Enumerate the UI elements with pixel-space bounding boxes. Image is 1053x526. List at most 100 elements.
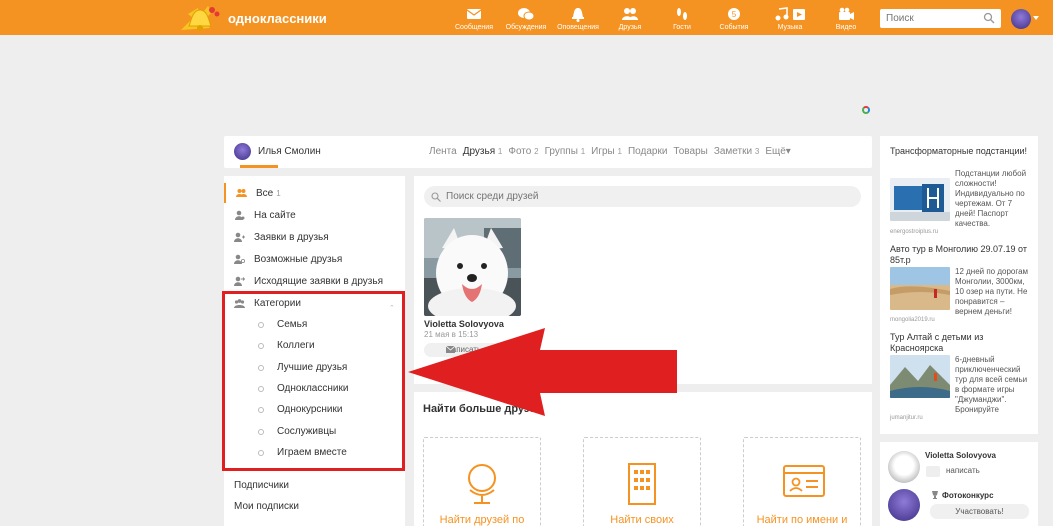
contest-avatar[interactable] <box>888 489 920 521</box>
tab-groups[interactable]: Группы 1 <box>545 146 586 157</box>
envelope-icon <box>926 466 940 477</box>
find-coworkers-box[interactable]: Найти своих <box>583 437 701 526</box>
ad-title[interactable]: Тур Алтай с детьми из Красноярска <box>890 332 1030 354</box>
nav-label: Музыка <box>777 24 803 31</box>
ads-column: Трансформаторные подстанции! Подстанции … <box>880 136 1038 434</box>
sidebar-item-label: Исходящие заявки в друзья <box>254 276 384 287</box>
music-icon <box>775 7 805 21</box>
ad-source[interactable]: jumanjitur.ru <box>890 415 923 421</box>
sidebar-item-all[interactable]: Все 1 <box>224 183 405 203</box>
envelope-icon <box>466 9 482 19</box>
nav-friends[interactable]: Друзья <box>604 4 656 31</box>
tab-count: 3 <box>754 147 760 156</box>
participate-button[interactable]: Участвовать! <box>930 504 1029 519</box>
svg-text:5: 5 <box>732 10 737 19</box>
nav-events[interactable]: 5 События <box>708 4 760 31</box>
search-icon <box>431 192 441 202</box>
nav-label: Друзья <box>618 24 642 31</box>
video-icon <box>839 7 854 20</box>
friend-search-input[interactable] <box>424 186 861 207</box>
ad-source[interactable]: energostroiplus.ru <box>890 229 938 235</box>
tab-more[interactable]: Ещё▾ <box>765 146 791 157</box>
nav-music[interactable]: Музыка <box>760 4 820 31</box>
write-label: написать <box>946 466 980 475</box>
trophy-icon <box>932 491 938 499</box>
find-by-school-box[interactable]: Найти друзей по <box>423 437 541 526</box>
tab-friends[interactable]: Друзья 1 <box>463 146 503 157</box>
sidebar-item-label: На сайте <box>254 210 296 221</box>
nav-label: События <box>719 24 749 31</box>
my-subscriptions-link[interactable]: Мои подписки <box>234 501 299 512</box>
sidebar-item-online[interactable]: На сайте <box>224 205 405 225</box>
user-add-icon <box>234 232 245 242</box>
user-online-icon <box>235 210 245 220</box>
write-button[interactable]: написать <box>926 465 986 478</box>
tab-products[interactable]: Товары <box>673 146 707 157</box>
active-tab-indicator <box>240 165 278 168</box>
sidebar-item-count: 1 <box>276 189 281 198</box>
ad-image-mongolia[interactable] <box>890 267 950 310</box>
nav-label: Обсуждения <box>505 24 547 31</box>
tab-count: 1 <box>617 147 622 156</box>
subscribers-link[interactable]: Подписчики <box>234 480 289 491</box>
sidebar-item-label: Заявки в друзья <box>254 232 329 243</box>
nav-notifications[interactable]: Оповещения <box>552 4 604 31</box>
find-box-label: Найти друзей по <box>439 514 525 526</box>
tab-label: Фото <box>508 146 532 157</box>
find-by-name-box[interactable]: Найти по имени и <box>743 437 861 526</box>
ad-image-altai[interactable] <box>890 355 950 398</box>
ad-title[interactable]: Трансформаторные подстанции! <box>890 146 1030 157</box>
tab-games[interactable]: Игры 1 <box>591 146 622 157</box>
nav-label: Оповещения <box>557 24 599 31</box>
bell-logo-icon[interactable] <box>178 2 226 34</box>
id-card-icon <box>783 465 825 497</box>
tab-feed[interactable]: Лента <box>429 146 457 157</box>
nav-video[interactable]: Видео <box>820 4 872 31</box>
top-bar: одноклассники Сообщения Обсуждения Опове… <box>0 0 1053 35</box>
nav-label: Видео <box>835 24 857 31</box>
tab-label: Друзья <box>462 146 496 157</box>
find-box-label: Найти по имени и <box>756 514 848 526</box>
ad-source[interactable]: mongolia2019.ru <box>890 317 935 323</box>
user-search-icon <box>234 254 245 264</box>
friend-photo[interactable] <box>424 218 521 316</box>
tab-label: Подарки <box>627 146 668 157</box>
ad-title[interactable]: Авто тур в Монголию 29.07.19 от 85т.р <box>890 244 1030 266</box>
profile-tabs: Лента Друзья 1 Фото 2 Группы 1 Игры 1 По… <box>429 146 797 157</box>
user-outgoing-icon <box>234 276 245 286</box>
friend-name[interactable]: Violetta Solovyova <box>925 451 996 460</box>
sidebar-item-requests[interactable]: Заявки в друзья <box>224 227 405 247</box>
find-box-label: Найти своих <box>610 514 674 526</box>
search-icon[interactable] <box>983 12 995 24</box>
footprints-icon <box>677 8 687 20</box>
nav-discussions[interactable]: Обсуждения <box>500 4 552 31</box>
logo-text[interactable]: одноклассники <box>228 11 327 26</box>
building-icon <box>628 463 656 505</box>
activity-panel: Violetta Solovyova написать Фотоконкурс … <box>880 442 1038 526</box>
chevron-down-icon[interactable] <box>1033 16 1039 20</box>
tab-notes[interactable]: Заметки 3 <box>714 146 759 157</box>
bell-icon <box>572 8 584 22</box>
tab-photos[interactable]: Фото 2 <box>508 146 538 157</box>
nav-guests[interactable]: Гости <box>656 4 708 31</box>
top-nav: Сообщения Обсуждения Оповещения Друзья Г… <box>448 4 872 31</box>
photo-contest-title[interactable]: Фотоконкурс <box>942 491 994 500</box>
chat-icon <box>518 8 535 21</box>
profile-avatar[interactable] <box>234 143 251 160</box>
friend-avatar[interactable] <box>888 451 920 483</box>
sidebar-item-outgoing[interactable]: Исходящие заявки в друзья <box>224 271 405 291</box>
sidebar-item-possible[interactable]: Возможные друзья <box>224 249 405 269</box>
tab-label: Ещё <box>765 146 786 157</box>
ad-text[interactable]: 12 дней по дорогам Монголии, 3000км, 10 … <box>955 267 1033 317</box>
ad-text[interactable]: 6-дневный приключенческий тур для всей с… <box>955 355 1033 415</box>
profile-name[interactable]: Илья Смолин <box>258 146 321 157</box>
ad-text[interactable]: Подстанции любой сложности! Индивидуальн… <box>955 169 1033 229</box>
profile-header: Илья Смолин Лента Друзья 1 Фото 2 Группы… <box>224 136 872 168</box>
annotation-highlight-box <box>222 291 405 471</box>
user-avatar[interactable] <box>1011 9 1031 29</box>
loading-spinner-icon <box>862 106 870 114</box>
ad-image-substation[interactable] <box>890 178 950 221</box>
tab-gifts[interactable]: Подарки <box>628 146 667 157</box>
tab-count: 1 <box>497 147 503 156</box>
nav-messages[interactable]: Сообщения <box>448 4 500 31</box>
